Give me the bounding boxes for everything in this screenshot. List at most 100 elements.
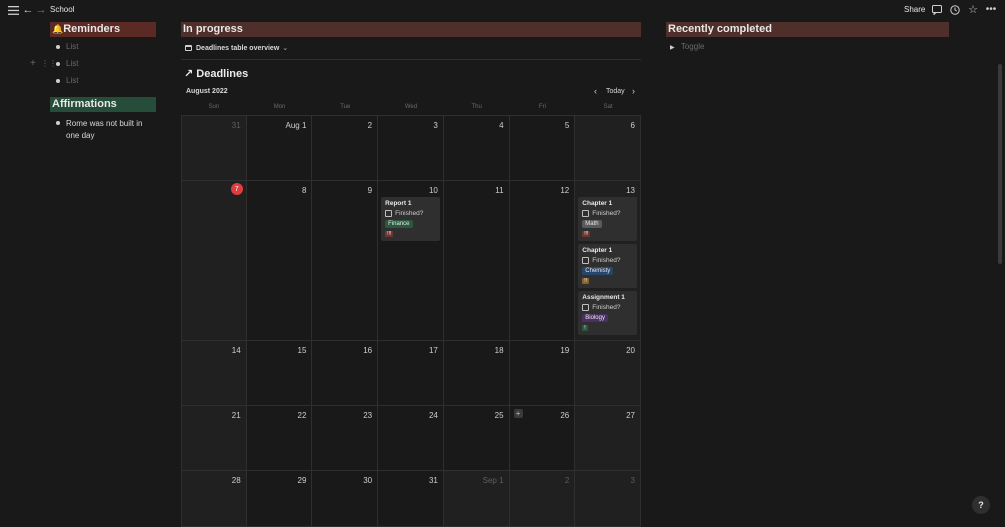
calendar-day[interactable]: 26 + xyxy=(509,406,576,471)
calendar-day[interactable]: 29 xyxy=(246,471,313,527)
calendar-day[interactable]: 31 xyxy=(181,116,247,181)
history-icon[interactable] xyxy=(948,3,962,17)
day-number: 29 xyxy=(297,476,307,485)
calendar-day[interactable]: 22 xyxy=(246,406,313,471)
day-number: Sep 1 xyxy=(482,476,504,485)
calendar-day[interactable]: 19 xyxy=(509,341,576,406)
event-card[interactable]: Chapter 1 Finished? Math!!! xyxy=(578,197,637,241)
event-title: Chapter 1 xyxy=(582,247,613,254)
calendar-day[interactable]: 25 xyxy=(443,406,510,471)
calendar-day[interactable]: 23 xyxy=(312,406,379,471)
calendar-day[interactable]: 6 xyxy=(575,116,641,181)
affirmation-text: Rome was not built in one day xyxy=(66,119,143,140)
calendar-day[interactable]: 13 Chapter 1 Finished? Math!!! Chapter 1 Fini… xyxy=(575,181,641,341)
calendar-day[interactable]: 14 xyxy=(181,341,247,406)
calendar-day[interactable]: 27 xyxy=(575,406,641,471)
calendar-day[interactable]: 11 xyxy=(443,181,510,341)
calendar-day[interactable]: 31 xyxy=(378,471,444,527)
reminders-title: Reminders xyxy=(63,23,121,35)
calendar-day[interactable]: 17 xyxy=(378,341,444,406)
calendar-day[interactable]: 30 xyxy=(312,471,379,527)
reminders-header: 🔔Reminders xyxy=(50,22,156,37)
calendar-day[interactable]: 20 xyxy=(575,341,641,406)
help-button[interactable]: ? xyxy=(972,496,990,514)
add-event-icon[interactable]: + xyxy=(513,409,523,418)
checkbox-icon[interactable] xyxy=(582,304,590,311)
table-icon xyxy=(185,45,192,51)
calendar-day[interactable]: 2 xyxy=(509,471,576,527)
checkbox-icon[interactable] xyxy=(582,257,590,264)
calendar-day[interactable]: 28 xyxy=(181,471,247,527)
day-number: 22 xyxy=(297,411,307,420)
day-number: 6 xyxy=(630,121,635,130)
add-block-icon[interactable]: + xyxy=(30,58,36,69)
breadcrumb[interactable]: School xyxy=(50,5,74,14)
calendar-day[interactable]: 9 xyxy=(312,181,379,341)
database-title[interactable]: ↗ Deadlines xyxy=(184,67,248,80)
day-number: 31 xyxy=(428,476,438,485)
weekday-label: Fri xyxy=(538,104,546,110)
day-number: 15 xyxy=(297,346,307,355)
calendar-day[interactable]: 4 xyxy=(443,116,510,181)
calendar-day[interactable]: 7 xyxy=(181,181,247,341)
checkbox-icon[interactable] xyxy=(582,210,590,217)
day-number: 5 xyxy=(564,121,570,130)
calendar-day[interactable]: 18 xyxy=(443,341,510,406)
event-title: Chapter 1 xyxy=(582,200,613,207)
calendar-day[interactable]: 3 xyxy=(575,471,641,527)
scrollbar[interactable] xyxy=(998,64,1002,264)
triangle-right-icon: ▶ xyxy=(670,45,675,51)
menu-icon[interactable] xyxy=(6,3,20,17)
calendar-day[interactable]: 3 xyxy=(378,116,444,181)
list-item[interactable]: List xyxy=(56,42,156,51)
affirmations-header: Affirmations xyxy=(50,97,156,112)
calendar-day[interactable]: 16 xyxy=(312,341,379,406)
more-icon[interactable]: ••• xyxy=(984,3,998,17)
day-number: 8 xyxy=(301,186,307,195)
list-item[interactable]: List xyxy=(56,59,156,68)
next-month-icon[interactable]: › xyxy=(632,86,635,96)
drag-handle-icon[interactable]: ⋮⋮ xyxy=(41,59,57,68)
day-number: 13 xyxy=(626,186,635,195)
calendar-day[interactable]: Sep 1 xyxy=(443,471,510,527)
finished-checkbox-row[interactable]: Finished? xyxy=(385,210,436,217)
day-number: 28 xyxy=(231,476,241,485)
calendar-day[interactable]: Aug 1 xyxy=(246,116,313,181)
finished-checkbox-row[interactable]: Finished? xyxy=(582,257,633,264)
toggle-placeholder: Toggle xyxy=(680,42,705,51)
day-number: 30 xyxy=(363,476,373,485)
toggle-block[interactable]: ▶ Toggle xyxy=(670,42,704,51)
prev-month-icon[interactable]: ‹ xyxy=(594,86,597,96)
forward-arrow-icon[interactable]: → xyxy=(34,3,48,17)
share-button[interactable]: Share xyxy=(904,5,925,14)
calendar-day[interactable]: 24 xyxy=(378,406,444,471)
list-item[interactable]: Rome was not built in one day xyxy=(56,118,156,142)
event-card[interactable]: Chapter 1 Finished? Chemisty!! xyxy=(578,244,637,288)
calendar-day[interactable]: 21 xyxy=(181,406,247,471)
calendar-grid: 31 Aug 1 2 3 4 5 6 7 8 9 10 Report 1 Finished? Financ… xyxy=(181,115,641,527)
calendar-day[interactable]: 12 xyxy=(509,181,576,341)
star-icon[interactable]: ☆ xyxy=(966,3,980,17)
day-number: 9 xyxy=(367,186,373,195)
event-card[interactable]: Assignment 1 Finished? Biology! xyxy=(578,291,637,335)
calendar-day[interactable]: 10 Report 1 Finished? Finance!!! xyxy=(378,181,444,341)
recently-completed-header: Recently completed xyxy=(666,22,949,37)
calendar-day[interactable]: 2 xyxy=(312,116,379,181)
subject-tag: Biology xyxy=(582,314,608,322)
comment-icon[interactable] xyxy=(930,3,944,17)
in-progress-title: In progress xyxy=(183,23,243,35)
today-button[interactable]: Today xyxy=(606,88,625,95)
checkbox-icon[interactable] xyxy=(385,210,393,217)
list-item[interactable]: List xyxy=(56,76,156,85)
calendar-day[interactable]: 5 xyxy=(509,116,576,181)
calendar-day[interactable]: 8 xyxy=(246,181,313,341)
back-arrow-icon[interactable]: ← xyxy=(21,3,35,17)
calendar-day[interactable]: 15 xyxy=(246,341,313,406)
view-selector[interactable]: Deadlines table overview ⌄ xyxy=(185,44,288,52)
event-card[interactable]: Report 1 Finished? Finance!!! xyxy=(381,197,440,241)
link-arrow-icon: ↗ xyxy=(184,68,194,80)
finished-checkbox-row[interactable]: Finished? xyxy=(582,210,633,217)
event-title: Report 1 xyxy=(385,200,412,207)
weekday-label: Tue xyxy=(340,104,351,110)
finished-checkbox-row[interactable]: Finished? xyxy=(582,304,633,311)
